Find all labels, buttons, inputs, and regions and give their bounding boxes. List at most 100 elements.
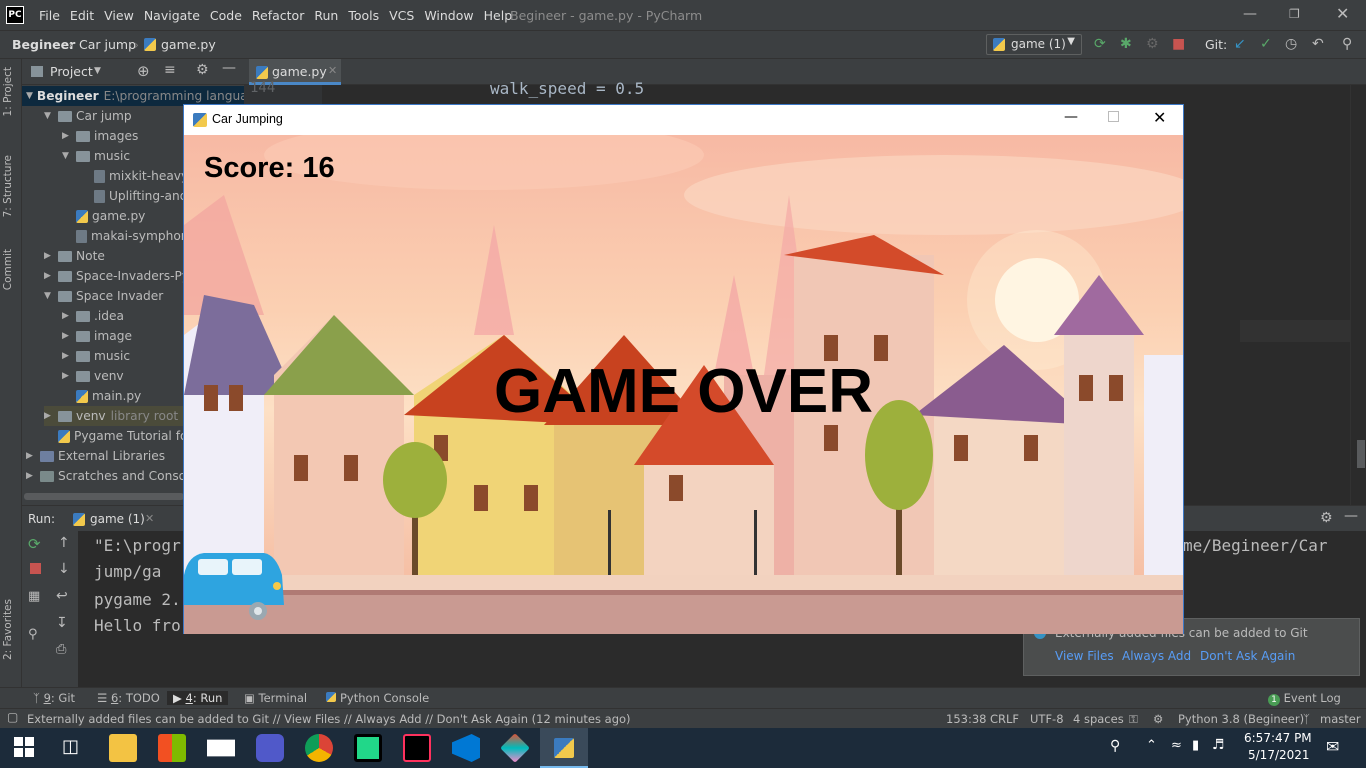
pygame-taskbar-button[interactable]	[540, 728, 588, 768]
breadcrumb-folder[interactable]: Car jump	[79, 37, 136, 52]
tree-item[interactable]: ▼ Space Invader	[44, 286, 163, 306]
dont-ask-again-link[interactable]: Don't Ask Again	[1200, 649, 1295, 663]
line-separator[interactable]: CRLF	[990, 712, 1019, 726]
tree-item[interactable]: Pygame Tutorial fo	[44, 426, 187, 446]
clock-time[interactable]: 6:57:47 PM	[1244, 731, 1312, 745]
tree-item[interactable]: makai-symphon	[62, 226, 189, 246]
battery-icon[interactable]: ▮	[1192, 738, 1199, 753]
tab-favorites[interactable]: 2: Favorites	[2, 599, 14, 660]
tab-project[interactable]: 1: Project	[2, 67, 14, 116]
breadcrumb-file[interactable]: game.py	[161, 37, 216, 52]
chevron-down-icon[interactable]: ▼	[26, 91, 33, 101]
chevron-down-icon[interactable]: ▼	[44, 111, 58, 121]
search-icon[interactable]: ⚲	[1342, 36, 1352, 52]
tree-item[interactable]: ▼ Begineer E:\programming langua	[22, 86, 244, 106]
project-panel-title[interactable]: Project	[50, 64, 93, 79]
history-icon[interactable]: ◷	[1285, 36, 1297, 52]
debug-icon[interactable]: ✱	[1120, 36, 1132, 52]
chevron-down-icon[interactable]: ▼	[62, 151, 76, 161]
close-tab-icon[interactable]: ✕	[328, 64, 337, 77]
tab-structure[interactable]: 7: Structure	[2, 155, 14, 217]
windows-start-icon[interactable]	[14, 737, 34, 757]
locate-icon[interactable]: ⊕	[137, 62, 150, 80]
indent-setting[interactable]: 4 spaces	[1073, 712, 1124, 726]
chevron-right-icon[interactable]: ▶	[44, 271, 58, 281]
notifications-icon[interactable]: ✉	[1326, 737, 1339, 756]
intellij-icon[interactable]	[403, 734, 431, 762]
chevron-right-icon[interactable]: ▶	[44, 251, 58, 261]
minimize-icon[interactable]: —	[1243, 6, 1257, 22]
tab-git[interactable]: ᛉ 9: Git	[33, 691, 75, 705]
caret-position[interactable]: 153:38	[946, 712, 986, 726]
close-icon[interactable]: ✕	[1336, 4, 1349, 23]
chevron-right-icon[interactable]: ▶	[62, 351, 76, 361]
tree-item[interactable]: mixkit-heavy	[80, 166, 188, 186]
pycharm-icon[interactable]	[354, 734, 382, 762]
game-canvas[interactable]: Score: 16 GAME OVER	[184, 135, 1183, 634]
menu-tools[interactable]: Tools	[343, 8, 384, 23]
chevron-right-icon[interactable]: ▶	[26, 451, 40, 461]
arrow-down-icon[interactable]: ↓	[58, 561, 70, 577]
tree-item[interactable]: ▶ Scratches and Consoles	[26, 466, 203, 486]
rerun-icon[interactable]: ⟳	[28, 535, 41, 553]
soft-wrap-icon[interactable]: ↩	[56, 588, 68, 604]
gear-icon[interactable]: ⚙	[1320, 510, 1333, 526]
tree-item[interactable]: ▶ .idea	[62, 306, 124, 326]
file-encoding[interactable]: UTF-8	[1030, 712, 1064, 726]
run-configuration-select[interactable]: game (1) ▼	[986, 34, 1082, 55]
people-icon[interactable]: ⚲	[1110, 738, 1120, 754]
tab-todo[interactable]: ☰ 6: TODO	[97, 691, 160, 705]
run-tab[interactable]: game (1)	[90, 512, 145, 526]
print-icon[interactable]: ⎙	[56, 642, 66, 657]
event-log[interactable]: 1 Event Log	[1268, 691, 1341, 706]
gear-icon[interactable]: ⚙	[196, 62, 209, 78]
scroll-thumb[interactable]	[1357, 440, 1365, 468]
git-client-icon[interactable]	[500, 733, 530, 763]
view-files-link[interactable]: View Files	[1055, 649, 1114, 663]
menu-view[interactable]: View	[99, 8, 139, 23]
chrome-icon[interactable]	[305, 734, 333, 762]
rerun-icon[interactable]: ⟳	[1094, 36, 1106, 52]
tree-item[interactable]: ▼ music	[62, 146, 130, 166]
tree-item[interactable]: ▶ music	[62, 346, 130, 366]
chevron-right-icon[interactable]: ▶	[44, 411, 58, 421]
breadcrumb-project[interactable]: Begineer	[12, 37, 75, 52]
task-view-icon[interactable]: ◫	[62, 736, 79, 757]
volume-icon[interactable]: ♬	[1212, 737, 1225, 753]
wifi-icon[interactable]: ≈	[1171, 738, 1182, 753]
chevron-right-icon[interactable]: ▶	[62, 371, 76, 381]
maximize-icon[interactable]	[1108, 111, 1119, 122]
rollback-icon[interactable]: ↶	[1312, 36, 1324, 52]
chevron-right-icon[interactable]: ▶	[62, 331, 76, 341]
hide-icon[interactable]: —	[1344, 508, 1358, 524]
tree-item[interactable]: ▶ venv	[62, 366, 124, 386]
chevron-right-icon[interactable]: ▶	[62, 131, 76, 141]
menu-run[interactable]: Run	[309, 8, 343, 23]
tree-item[interactable]: ▶ image	[62, 326, 132, 346]
menu-navigate[interactable]: Navigate	[139, 8, 205, 23]
tree-item[interactable]: ▶ images	[62, 126, 138, 146]
interpreter[interactable]: Python 3.8 (Begineer)	[1178, 712, 1304, 726]
menu-code[interactable]: Code	[205, 8, 247, 23]
tree-item[interactable]: ▶ External Libraries	[26, 446, 165, 466]
hide-icon[interactable]: —	[222, 60, 236, 76]
always-add-link[interactable]: Always Add	[1122, 649, 1191, 663]
menu-edit[interactable]: Edit	[65, 8, 99, 23]
tab-commit[interactable]: Commit	[2, 249, 14, 290]
profile-icon[interactable]: ⚙	[1146, 36, 1159, 52]
status-message[interactable]: Externally added files can be added to G…	[27, 712, 631, 726]
tree-item[interactable]: main.py	[62, 386, 141, 406]
tree-item[interactable]: ▼ Car jump	[44, 106, 132, 126]
tree-item[interactable]: game.py	[62, 206, 145, 226]
close-icon[interactable]: ✕	[1153, 108, 1166, 127]
tree-item[interactable]: ▶ Space-Invaders-Pyg	[44, 266, 197, 286]
store-icon[interactable]	[158, 734, 186, 762]
menu-refactor[interactable]: Refactor	[247, 8, 309, 23]
menu-window[interactable]: Window	[419, 8, 478, 23]
teams-icon[interactable]	[256, 734, 284, 762]
git-branch[interactable]: master	[1320, 712, 1361, 726]
menu-vcs[interactable]: VCS	[384, 8, 419, 23]
chevron-up-icon[interactable]: ⌃	[1146, 738, 1157, 753]
collapse-all-icon[interactable]: ≡	[164, 62, 176, 78]
git-commit-icon[interactable]: ✓	[1260, 36, 1272, 52]
